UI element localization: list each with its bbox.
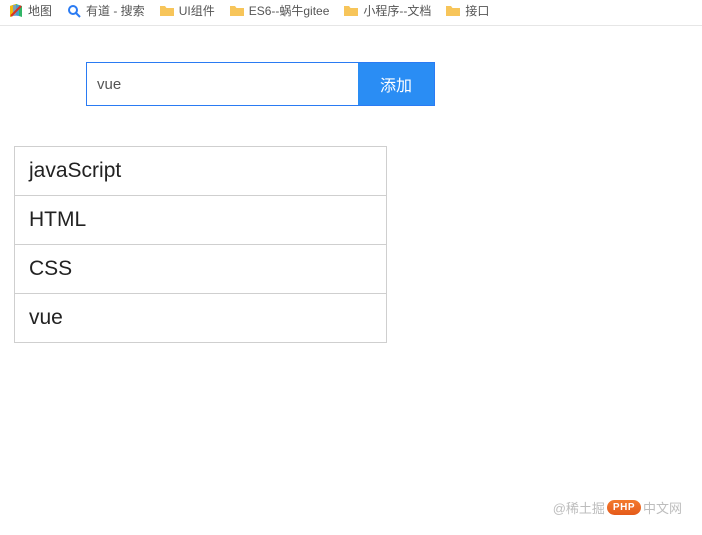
maps-icon [8,3,24,19]
watermark-prefix: @稀土掘 [553,498,605,517]
bookmark-label: 有道 - 搜索 [86,2,145,19]
bookmarks-bar: 地图 有道 - 搜索 UI组件 ES6--蜗牛gitee 小程序--文档 接口 [0,0,702,26]
bookmark-label: 接口 [465,2,489,19]
watermark: @稀土掘 PHP 中文网 [553,498,682,517]
add-button[interactable]: 添加 [358,63,434,105]
input-row: 添加 [86,62,435,106]
item-input[interactable] [87,63,358,105]
list-item[interactable]: CSS [15,245,386,294]
search-icon [66,3,82,19]
bookmark-label: 小程序--文档 [363,2,431,19]
content-area: 添加 javaScript HTML CSS vue [0,26,702,343]
item-list: javaScript HTML CSS vue [14,146,387,343]
list-item[interactable]: vue [15,294,386,343]
folder-icon [229,3,245,19]
folder-icon [159,3,175,19]
bookmark-es6-gitee[interactable]: ES6--蜗牛gitee [229,2,330,19]
bookmark-maps[interactable]: 地图 [8,2,52,19]
bookmark-label: 地图 [28,2,52,19]
bookmark-label: ES6--蜗牛gitee [249,2,330,19]
bookmark-ui-components[interactable]: UI组件 [159,2,215,19]
php-badge: PHP [607,500,641,515]
list-item[interactable]: javaScript [15,147,386,196]
bookmark-label: UI组件 [179,2,215,19]
bookmark-miniprogram-docs[interactable]: 小程序--文档 [343,2,431,19]
bookmark-youdao-search[interactable]: 有道 - 搜索 [66,2,145,19]
folder-icon [343,3,359,19]
folder-icon [445,3,461,19]
list-item[interactable]: HTML [15,196,386,245]
bookmark-api[interactable]: 接口 [445,2,489,19]
watermark-suffix: 中文网 [643,498,682,517]
